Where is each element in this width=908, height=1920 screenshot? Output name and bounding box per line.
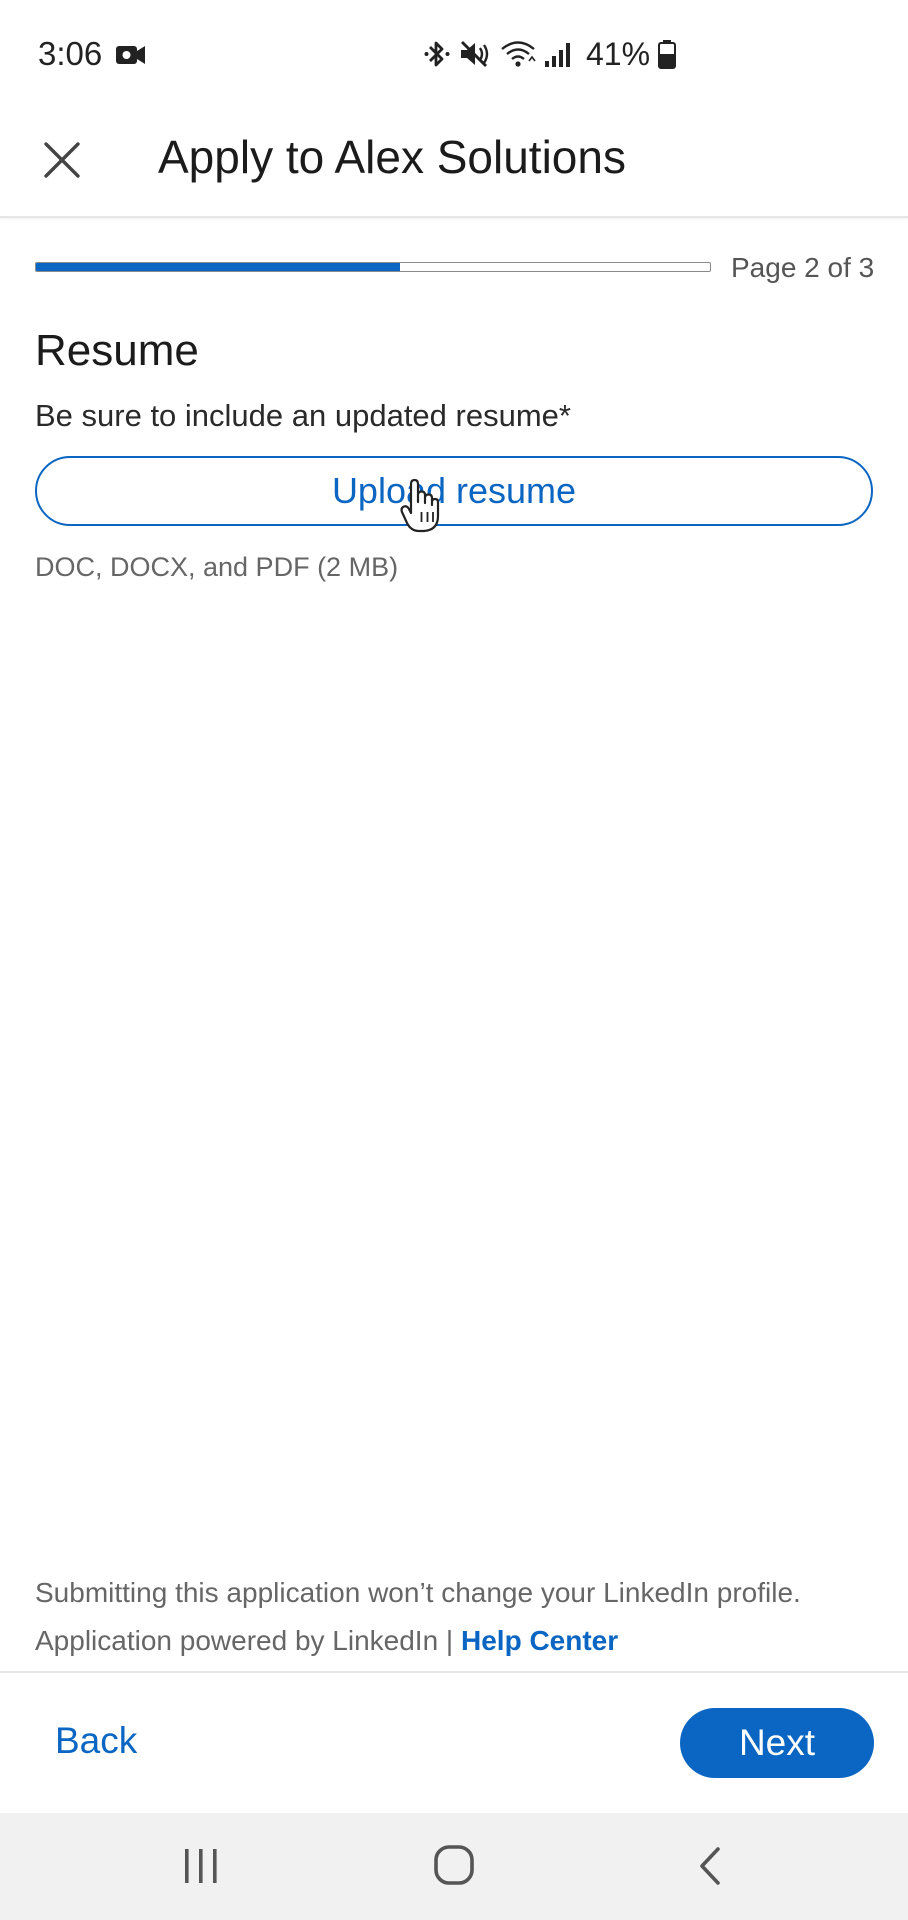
progress-fill	[36, 263, 400, 271]
powered-by-text: Application powered by LinkedIn |	[35, 1625, 461, 1656]
close-button[interactable]	[36, 134, 88, 186]
upload-resume-button[interactable]: Upload resume	[35, 456, 873, 526]
screen-record-icon	[116, 46, 145, 64]
battery-percent: 41%	[586, 35, 651, 72]
section-title: Resume	[35, 326, 199, 375]
bluetooth-icon	[424, 41, 450, 67]
hand-cursor-icon	[400, 478, 440, 533]
recent-apps-icon[interactable]	[181, 1847, 221, 1885]
next-button-label: Next	[738, 1722, 816, 1763]
status-bar: 3:06 41%	[0, 0, 908, 110]
file-type-hint: DOC, DOCX, and PDF (2 MB)	[35, 552, 399, 582]
progress-label: Page 2 of 3	[731, 252, 875, 283]
footer-note: Submitting this application won’t change…	[35, 1577, 801, 1608]
signal-icon	[545, 43, 570, 67]
progress-bar	[35, 262, 711, 272]
nav-back-icon[interactable]	[694, 1845, 726, 1887]
system-nav-bar	[0, 1813, 908, 1920]
status-time: 3:06	[38, 35, 103, 72]
footer-divider	[0, 1671, 908, 1673]
app-header: Apply to Alex Solutions	[0, 110, 908, 218]
wifi-icon	[501, 41, 536, 67]
status-icons: 41%	[424, 34, 677, 74]
footer-powered-by: Application powered by LinkedIn | Help C…	[35, 1625, 618, 1657]
help-center-link[interactable]: Help Center	[461, 1625, 618, 1656]
home-icon[interactable]	[432, 1843, 476, 1887]
resume-field-label: Be sure to include an updated resume*	[35, 398, 571, 433]
back-button[interactable]: Back	[55, 1720, 137, 1762]
mute-icon	[460, 40, 489, 68]
close-icon	[44, 142, 80, 178]
upload-resume-label: Upload resume	[331, 470, 577, 511]
page-title: Apply to Alex Solutions	[158, 131, 626, 183]
next-button[interactable]: Next	[680, 1708, 874, 1778]
battery-icon	[658, 40, 677, 69]
